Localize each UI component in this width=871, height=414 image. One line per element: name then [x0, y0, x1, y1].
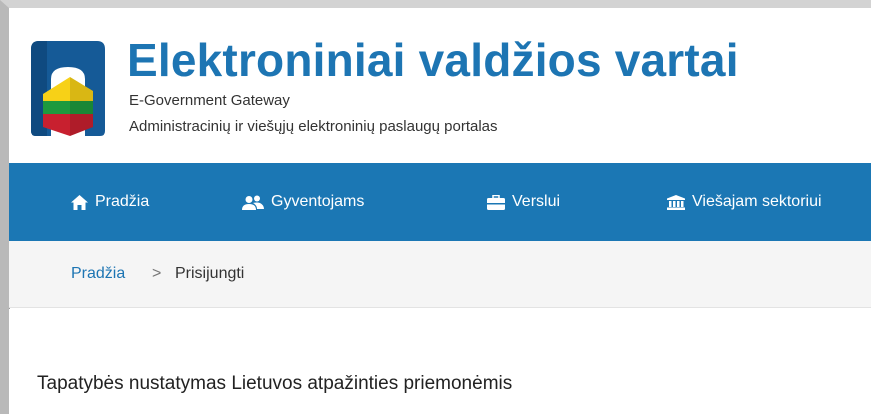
nav-item-home[interactable]: Pradžia — [71, 163, 149, 241]
home-icon — [71, 194, 88, 210]
site-header: Elektroniniai valdžios vartai E-Governme… — [9, 8, 871, 163]
nav-item-residents[interactable]: Gyventojams — [242, 163, 364, 241]
page-title: Tapatybės nustatymas Lietuvos atpažintie… — [37, 373, 513, 394]
users-icon — [242, 195, 264, 210]
site-subtitle-en: E-Government Gateway — [129, 92, 290, 109]
breadcrumb-separator: > — [152, 265, 162, 282]
breadcrumb: Pradžia > Prisijungti — [9, 241, 871, 308]
institution-icon — [667, 194, 685, 210]
nav-item-public-sector[interactable]: Viešajam sektoriui — [667, 163, 822, 241]
site-logo[interactable] — [27, 39, 109, 137]
site-title: Elektroniniai valdžios vartai — [127, 34, 739, 86]
browser-viewport: Elektroniniai valdžios vartai E-Governme… — [0, 0, 871, 414]
nav-item-label: Verslui — [512, 193, 561, 210]
main-navigation: Pradžia Gyventojams Verslui Viešajam sek… — [9, 163, 871, 241]
breadcrumb-home-link[interactable]: Pradžia — [71, 265, 125, 283]
site-subtitle-lt: Administracinių ir viešųjų elektroninių … — [129, 118, 498, 135]
breadcrumb-current: Prisijungti — [175, 265, 245, 282]
nav-item-label: Pradžia — [95, 193, 150, 210]
briefcase-icon — [487, 194, 505, 210]
nav-item-label: Gyventojams — [271, 193, 365, 210]
nav-item-label: Viešajam sektoriui — [692, 193, 822, 210]
main-content: Tapatybės nustatymas Lietuvos atpažintie… — [9, 309, 871, 414]
nav-item-business[interactable]: Verslui — [487, 163, 560, 241]
